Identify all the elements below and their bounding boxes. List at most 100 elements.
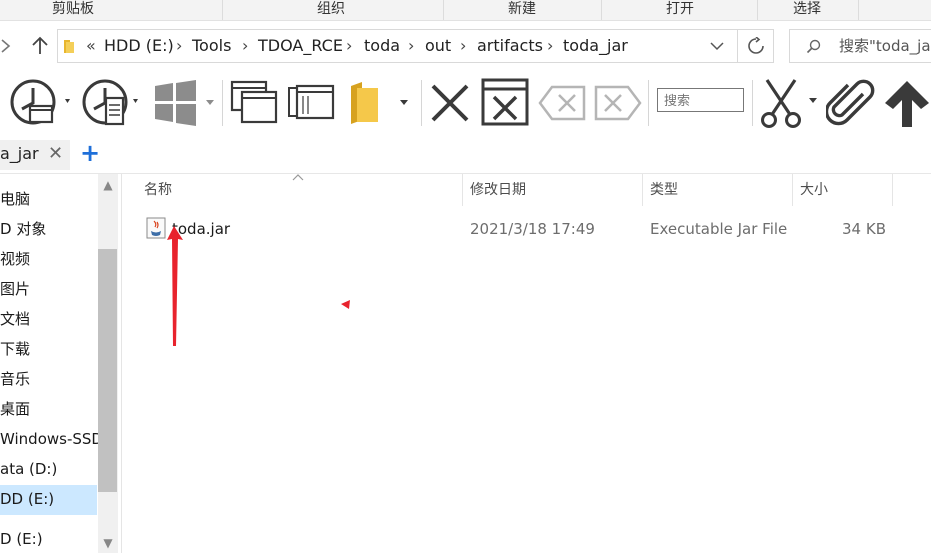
nav-item-downloads[interactable]: 下载: [0, 334, 30, 364]
file-modified: 2021/3/18 17:49: [470, 220, 595, 238]
search-icon: [806, 39, 821, 54]
window-panes-icon: [230, 80, 278, 124]
nav-item-pictures[interactable]: 图片: [0, 274, 30, 304]
delete-forward-button[interactable]: [592, 84, 642, 126]
window-close-icon: [481, 78, 529, 126]
breadcrumb-toda-jar[interactable]: toda_jar: [563, 30, 628, 62]
pane-divider[interactable]: [121, 174, 122, 553]
backspace-icon: [538, 85, 586, 121]
tab-label: a_jar: [0, 144, 39, 163]
breadcrumb-artifacts[interactable]: artifacts: [477, 30, 543, 62]
folder-icon: [351, 82, 408, 124]
ribbon-divider: [443, 0, 444, 20]
delete-back-button[interactable]: [538, 84, 588, 126]
window-list-icon: [288, 84, 335, 120]
tab-strip: [0, 135, 931, 174]
breadcrumb-chevron-icon[interactable]: ›: [176, 30, 182, 62]
column-divider[interactable]: [892, 174, 893, 206]
ribbon-group-bar: 剪贴板 组织 新建 打开 选择: [0, 0, 931, 21]
ribbon-divider: [601, 0, 602, 20]
nav-item-3d-objects[interactable]: D 对象: [0, 214, 46, 244]
arrow-up-icon: [885, 81, 929, 127]
up-button[interactable]: [28, 33, 52, 59]
breadcrumb-chevron-icon[interactable]: ›: [242, 30, 248, 62]
column-divider[interactable]: [462, 174, 463, 206]
new-folder-button[interactable]: [348, 80, 414, 130]
breadcrumb-chevron-icon[interactable]: ›: [408, 30, 414, 62]
paperclip-icon: [824, 79, 875, 126]
scroll-down-icon[interactable]: ▼: [98, 534, 118, 552]
chevron-down-icon[interactable]: [710, 41, 724, 51]
breadcrumb-chevron-icon[interactable]: ›: [460, 30, 466, 62]
annotation-mark: [340, 296, 352, 315]
nav-item-windows-ssd[interactable]: Windows-SSD (: [0, 424, 114, 454]
jar-file-icon: [146, 217, 166, 243]
side-by-side-button[interactable]: [287, 82, 337, 126]
toolbar-divider: [421, 80, 422, 126]
column-header-size[interactable]: 大小: [800, 176, 880, 204]
move-up-button[interactable]: [882, 78, 931, 134]
breadcrumb-tdoa-rce[interactable]: TDOA_RCE: [258, 30, 343, 62]
search-placeholder: 搜索"toda_jar": [839, 37, 931, 55]
scroll-up-icon[interactable]: ▲: [98, 176, 118, 194]
toolbar-divider: [222, 80, 223, 126]
ribbon-divider: [858, 0, 859, 20]
breadcrumb-overflow[interactable]: «: [86, 30, 96, 62]
nav-item-music[interactable]: 音乐: [0, 364, 30, 394]
ribbon-group-select[interactable]: 选择: [775, 0, 839, 20]
new-tab-button[interactable]: +: [80, 140, 100, 168]
breadcrumb-chevron-icon[interactable]: ›: [547, 30, 553, 62]
search-box[interactable]: 搜索"toda_jar": [789, 29, 931, 63]
scissors-icon: [761, 79, 817, 128]
backspace-icon: [594, 85, 642, 121]
column-header-name[interactable]: 名称: [144, 176, 454, 204]
toolbar-divider: [752, 80, 753, 126]
annotation-arrow: [164, 220, 188, 354]
history-button[interactable]: [8, 78, 72, 134]
attach-button[interactable]: [824, 78, 876, 134]
windows-icon: [155, 80, 214, 126]
nav-scroll-thumb[interactable]: [98, 249, 117, 492]
toolbar-search-input[interactable]: [657, 88, 744, 112]
address-bar[interactable]: « HDD (E:) › Tools › TDOA_RCE › toda › o…: [57, 29, 738, 63]
cascade-windows-button[interactable]: [230, 80, 280, 128]
nav-item-data-d[interactable]: ata (D:): [0, 454, 57, 484]
breadcrumb-hdd[interactable]: HDD (E:): [104, 30, 174, 62]
ribbon-group-clipboard[interactable]: 剪贴板: [30, 0, 116, 20]
breadcrumb-toda[interactable]: toda: [364, 30, 400, 62]
ribbon-group-new[interactable]: 新建: [485, 0, 559, 20]
column-header-type[interactable]: 类型: [650, 176, 780, 204]
close-window-button[interactable]: [481, 78, 531, 132]
close-x-icon: [431, 84, 469, 122]
column-divider[interactable]: [792, 174, 793, 206]
nav-item-this-pc[interactable]: 电脑: [0, 184, 30, 214]
tab-close-icon[interactable]: ✕: [48, 142, 63, 166]
toolbar-divider: [648, 80, 649, 126]
nav-item-documents[interactable]: 文档: [0, 304, 30, 334]
ribbon-group-organize[interactable]: 组织: [290, 0, 372, 20]
history-document-button[interactable]: [80, 78, 144, 134]
refresh-button[interactable]: [738, 29, 774, 63]
forward-arrow-icon[interactable]: [0, 33, 20, 59]
history-folder-icon: [10, 79, 70, 125]
file-type: Executable Jar File: [650, 220, 788, 238]
refresh-icon: [747, 36, 764, 54]
ribbon-group-open[interactable]: 打开: [645, 0, 715, 20]
ribbon-divider: [757, 0, 758, 20]
breadcrumb-chevron-icon[interactable]: ›: [346, 30, 352, 62]
up-arrow-icon: [32, 36, 48, 54]
ribbon-divider: [222, 0, 223, 20]
nav-item-videos[interactable]: 视频: [0, 244, 30, 274]
windows-button[interactable]: [152, 80, 218, 130]
close-button[interactable]: [428, 82, 472, 128]
nav-item-desktop[interactable]: 桌面: [0, 394, 30, 424]
breadcrumb-tools[interactable]: Tools: [192, 30, 231, 62]
nav-item-hdd-e[interactable]: DD (E:): [0, 484, 54, 514]
column-header-modified[interactable]: 修改日期: [470, 176, 630, 204]
column-divider[interactable]: [642, 174, 643, 206]
cut-button[interactable]: [757, 78, 821, 134]
nav-item-hdd-e-alt[interactable]: D (E:): [0, 524, 43, 554]
breadcrumb-out[interactable]: out: [425, 30, 451, 62]
file-size: 34 KB: [842, 220, 886, 238]
folder-small-icon: [64, 40, 74, 53]
